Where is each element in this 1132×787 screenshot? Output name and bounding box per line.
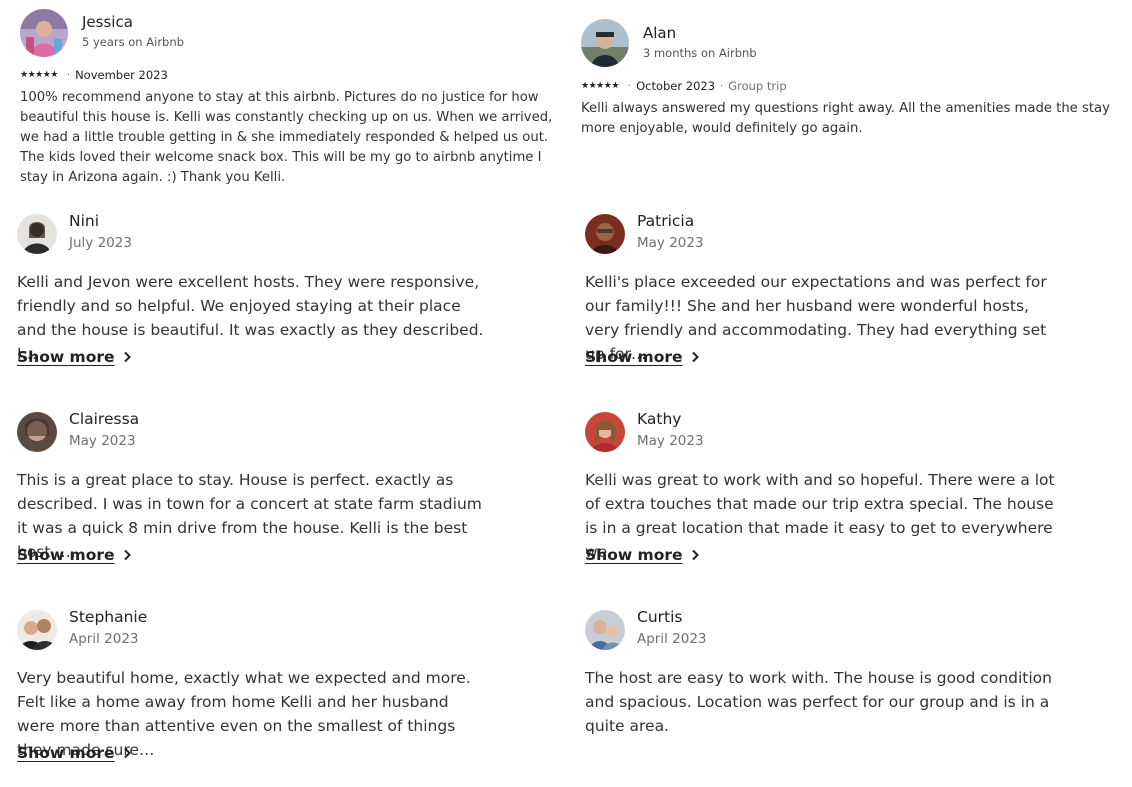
star-icon: ★ <box>596 80 604 91</box>
chevron-right-icon <box>123 747 131 759</box>
avatar[interactable] <box>17 214 57 254</box>
reviewer-name: Alan <box>643 24 677 42</box>
star-icon: ★ <box>603 80 612 91</box>
star-icon: ★ <box>20 69 28 80</box>
show-more-label: Show more <box>585 546 683 564</box>
chevron-right-icon <box>691 549 699 561</box>
show-more-label: Show more <box>17 348 115 366</box>
star-rating: ★ ★ ★ ★ ★ <box>20 69 58 80</box>
show-more-button[interactable]: Show more <box>17 744 131 762</box>
reviewer-tenure: 5 years on Airbnb <box>82 35 184 49</box>
review-text: The host are easy to work with. The hous… <box>585 669 1052 735</box>
separator-dot: · <box>66 69 71 81</box>
avatar[interactable] <box>17 412 57 452</box>
reviewer-name: Clairessa <box>69 410 140 428</box>
review-meta: ★ ★ ★ ★ ★ · October 2023 · Group trip <box>581 79 787 93</box>
star-icon: ★ <box>581 80 589 91</box>
star-icon: ★ <box>588 80 597 91</box>
chevron-right-icon <box>123 351 131 363</box>
reviewer-name: Jessica <box>82 13 133 31</box>
avatar[interactable] <box>585 214 625 254</box>
review-date: April 2023 <box>69 631 139 647</box>
review-date: October 2023 <box>636 79 716 93</box>
review-date: July 2023 <box>69 235 132 251</box>
show-more-label: Show more <box>585 348 683 366</box>
review-text: 100% recommend anyone to stay at this ai… <box>20 90 553 185</box>
show-more-button[interactable]: Show more <box>585 546 699 564</box>
show-more-button[interactable]: Show more <box>585 348 699 366</box>
star-icon: ★ <box>27 69 36 80</box>
show-more-button[interactable]: Show more <box>17 348 131 366</box>
review-date: April 2023 <box>637 631 707 647</box>
review-date: November 2023 <box>75 68 168 82</box>
review-date: May 2023 <box>637 235 704 251</box>
show-more-button[interactable]: Show more <box>17 546 131 564</box>
avatar[interactable] <box>581 19 629 67</box>
chevron-right-icon <box>123 549 131 561</box>
review-date: May 2023 <box>69 433 136 449</box>
reviewer-name: Nini <box>69 212 100 230</box>
review-meta: ★ ★ ★ ★ ★ · November 2023 <box>20 68 168 82</box>
chevron-right-icon <box>691 351 699 363</box>
trip-type: Group trip <box>728 79 787 93</box>
reviewer-name: Curtis <box>637 608 683 626</box>
review-alan: Alan 3 months on Airbnb ★ ★ ★ ★ ★ · Octo… <box>566 0 1132 195</box>
reviews-page: Jessica 5 years on Airbnb ★ ★ ★ ★ ★ · No… <box>0 0 1132 787</box>
review-jessica: Jessica 5 years on Airbnb ★ ★ ★ ★ ★ · No… <box>0 0 566 195</box>
star-icon: ★ <box>42 69 51 80</box>
star-icon: ★ <box>50 69 58 80</box>
star-icon: ★ <box>611 80 619 91</box>
avatar[interactable] <box>585 412 625 452</box>
reviewer-name: Patricia <box>637 212 695 230</box>
avatar[interactable] <box>585 610 625 650</box>
reviewer-name: Stephanie <box>69 608 148 626</box>
review-date: May 2023 <box>637 433 704 449</box>
show-more-label: Show more <box>17 744 115 762</box>
star-rating: ★ ★ ★ ★ ★ <box>581 80 619 91</box>
review-text: Kelli always answered my questions right… <box>581 101 1110 136</box>
show-more-label: Show more <box>17 546 115 564</box>
star-icon: ★ <box>35 69 43 80</box>
avatar[interactable] <box>17 610 57 650</box>
reviewer-name: Kathy <box>637 410 682 428</box>
separator-dot: · <box>627 80 632 92</box>
avatar[interactable] <box>20 9 68 57</box>
separator-dot: · <box>720 80 724 92</box>
reviewer-tenure: 3 months on Airbnb <box>643 46 757 60</box>
